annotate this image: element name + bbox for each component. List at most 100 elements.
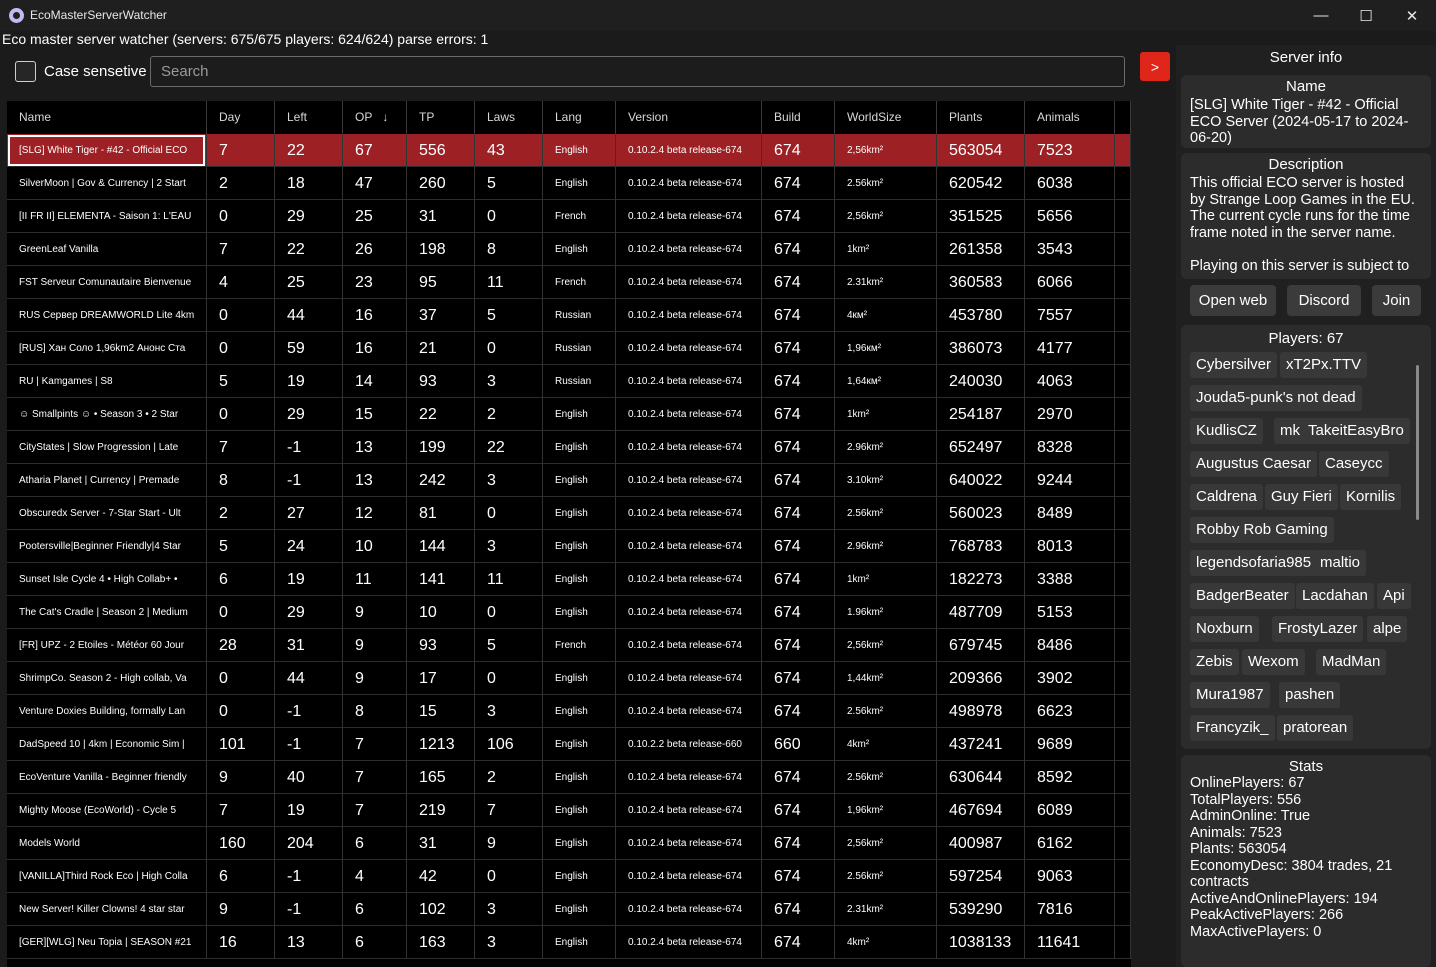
- player-chip[interactable]: TakeitEasyBro: [1302, 418, 1410, 444]
- cell-worldsize: 2.56km²: [835, 695, 937, 728]
- player-chip[interactable]: pratorean: [1277, 715, 1354, 741]
- table-row[interactable]: [II FR II] ELEMENTA - Saison 1: L'EAU 0 29…: [7, 200, 1131, 233]
- player-chip[interactable]: xT2Px.TTV: [1280, 352, 1368, 378]
- table-row[interactable]: ShrimpCo. Season 2 - High collab, Va 0 44 9…: [7, 662, 1131, 695]
- table-row[interactable]: DadSpeed 10 | 4km | Economic Sim | 101 -1 7…: [7, 728, 1131, 761]
- cell-build: 674: [762, 695, 835, 728]
- cell-op: 4: [343, 860, 407, 893]
- cell-lang: English: [543, 893, 616, 926]
- player-chip[interactable]: maltio: [1314, 550, 1367, 576]
- cell-version: 0.10.2.4 beta release-674: [616, 695, 762, 728]
- table-row[interactable]: CityStates | Slow Progression | Late 7 -1 1…: [7, 431, 1131, 464]
- player-chip[interactable]: Lacdahan: [1296, 583, 1374, 609]
- player-chip[interactable]: pashen: [1279, 682, 1341, 708]
- table-row[interactable]: Sunset Isle Cycle 4 • High Collab+ • 6 19 1…: [7, 563, 1131, 596]
- table-row[interactable]: Venture Doxies Building, formally Lan 0 -1…: [7, 695, 1131, 728]
- player-chip[interactable]: Guy Fieri: [1265, 484, 1338, 510]
- player-chip[interactable]: Zebis: [1190, 649, 1239, 675]
- cell-worldsize: 2,56km²: [835, 827, 937, 860]
- search-input[interactable]: [150, 56, 1125, 87]
- table-row[interactable]: [FR] UPZ - 2 Etoiles - Météor 60 Jour 28 3…: [7, 629, 1131, 662]
- cell-tp: 37: [407, 299, 475, 332]
- cell-laws: 9: [475, 827, 543, 860]
- table-row[interactable]: [RUS] Хан Соло 1,96km2 Анонс Ста 0 59 16 21 0…: [7, 332, 1131, 365]
- table-row[interactable]: RUS Сервер DREAMWORLD Lite 4km 0 44 16 37 5 Ru…: [7, 299, 1131, 332]
- table-row-selected[interactable]: [SLG] White Tiger - #42 - Official ECO 7 2…: [7, 134, 1131, 167]
- discord-button[interactable]: Discord: [1287, 285, 1361, 316]
- cell-name: Models World: [7, 827, 207, 860]
- table-row[interactable]: Pootersville|Beginner Friendly|4 Star 5 24…: [7, 530, 1131, 563]
- table-row[interactable]: ☺ Smallpints ☺ • Season 3 • 2 Star 0 29 15 2…: [7, 398, 1131, 431]
- players-scrollbar[interactable]: [1416, 365, 1419, 520]
- player-chip[interactable]: Cybersilver: [1190, 352, 1278, 378]
- join-button[interactable]: Join: [1372, 285, 1421, 316]
- player-chip[interactable]: MadMan: [1316, 649, 1387, 675]
- player-chip[interactable]: Wexom: [1242, 649, 1305, 675]
- cell-version: 0.10.2.4 beta release-674: [616, 926, 762, 959]
- case-sensitive-checkbox[interactable]: [15, 61, 36, 82]
- table-row[interactable]: Mighty Moose (EcoWorld) - Cycle 5 7 19 7 219…: [7, 794, 1131, 827]
- minimize-button[interactable]: —: [1298, 0, 1344, 31]
- player-chip[interactable]: alpe: [1367, 616, 1408, 642]
- cell-day: 7: [207, 134, 275, 167]
- player-chip[interactable]: Kornilis: [1340, 484, 1402, 510]
- cell-plants: 487709: [937, 596, 1025, 629]
- column-header-version[interactable]: Version: [616, 101, 762, 134]
- cell-version: 0.10.2.4 beta release-674: [616, 530, 762, 563]
- player-chip[interactable]: Jouda5-punk's not dead: [1190, 385, 1362, 411]
- player-chip[interactable]: legendsofaria985: [1190, 550, 1318, 576]
- cell-spacer: [1115, 200, 1131, 233]
- column-header-left[interactable]: Left: [275, 101, 343, 134]
- table-row[interactable]: SilverMoon | Gov & Currency | 2 Start 2 18…: [7, 167, 1131, 200]
- table-row[interactable]: GreenLeaf Vanilla 7 22 26 198 8 English 0.10.2.…: [7, 233, 1131, 266]
- cell-spacer: [1115, 794, 1131, 827]
- column-header-build[interactable]: Build: [762, 101, 835, 134]
- player-chip[interactable]: Noxburn: [1190, 616, 1259, 642]
- player-chip[interactable]: Robby Rob Gaming: [1190, 517, 1334, 543]
- table-row[interactable]: Models World 160 204 6 31 9 English 0.10.2.4 be…: [7, 827, 1131, 860]
- name-title: Name: [1285, 78, 1326, 95]
- player-chip[interactable]: KudlisCZ: [1190, 418, 1263, 444]
- table-row[interactable]: FST Serveur Comunautaire Bienvenue 4 25 23 9…: [7, 266, 1131, 299]
- player-chip[interactable]: Francyzik_: [1190, 715, 1275, 741]
- column-header-animals[interactable]: Animals: [1025, 101, 1115, 134]
- cell-laws: 106: [475, 728, 543, 761]
- close-button[interactable]: ✕: [1389, 0, 1435, 31]
- column-header-day[interactable]: Day: [207, 101, 275, 134]
- toggle-panel-button[interactable]: >: [1140, 52, 1170, 81]
- cell-version: 0.10.2.4 beta release-674: [616, 827, 762, 860]
- cell-plants: 437241: [937, 728, 1025, 761]
- cell-laws: 11: [475, 563, 543, 596]
- open-web-button[interactable]: Open web: [1190, 285, 1276, 316]
- cell-animals: 8486: [1025, 629, 1115, 662]
- cell-build: 674: [762, 596, 835, 629]
- table-row[interactable]: The Cat's Cradle | Season 2 | Medium 0 29 9…: [7, 596, 1131, 629]
- cell-worldsize: 2.31km²: [835, 266, 937, 299]
- column-header-lang[interactable]: Lang: [543, 101, 616, 134]
- cell-plants: 254187: [937, 398, 1025, 431]
- column-header-op[interactable]: OP ↓: [343, 101, 407, 134]
- player-chip[interactable]: Mura1987: [1190, 682, 1270, 708]
- player-chip[interactable]: Augustus Caesar: [1190, 451, 1318, 477]
- player-chip[interactable]: BadgerBeater: [1190, 583, 1295, 609]
- player-chip[interactable]: Caseycc: [1319, 451, 1389, 477]
- table-row[interactable]: Atharia Planet | Currency | Premade 8 -1 13…: [7, 464, 1131, 497]
- player-chip[interactable]: Caldrena: [1190, 484, 1263, 510]
- table-row[interactable]: Obscuredx Server - 7-Star Start - Ult 2 27…: [7, 497, 1131, 530]
- column-header-tp[interactable]: TP: [407, 101, 475, 134]
- player-chip[interactable]: FrostyLazer: [1272, 616, 1364, 642]
- maximize-button[interactable]: ☐: [1343, 0, 1389, 31]
- table-row[interactable]: EcoVenture Vanilla - Beginner friendly 9 4…: [7, 761, 1131, 794]
- column-header-laws[interactable]: Laws: [475, 101, 543, 134]
- column-header-name[interactable]: Name: [7, 101, 207, 134]
- column-header-plants[interactable]: Plants: [937, 101, 1025, 134]
- cell-op: 7: [343, 728, 407, 761]
- table-row[interactable]: [VANILLA]Third Rock Eco | High Colla 6 -1 4…: [7, 860, 1131, 893]
- table-row[interactable]: New Server! Killer Clowns! 4 star star 9-…: [7, 893, 1131, 926]
- column-header-worldsize[interactable]: WorldSize: [835, 101, 937, 134]
- title-bar: EcoMasterServerWatcher — ☐ ✕: [0, 0, 1436, 31]
- table-row[interactable]: RU | Kamgames | S8 5 19 14 93 3 Russian 0.10.2.…: [7, 365, 1131, 398]
- table-row[interactable]: [GER][WLG] Neu Topia | SEASON #21 16 13 6 16…: [7, 926, 1131, 959]
- player-chip[interactable]: Api: [1377, 583, 1411, 609]
- cell-op: 67: [343, 134, 407, 167]
